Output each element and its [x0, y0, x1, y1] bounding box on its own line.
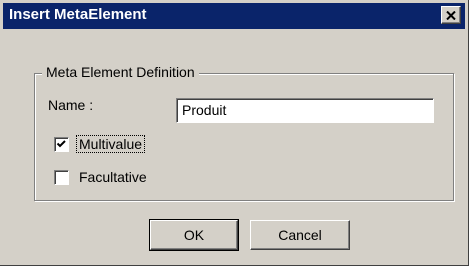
close-button[interactable]: [441, 6, 461, 24]
dialog-window: Insert MetaElement Meta Element Definiti…: [0, 0, 469, 266]
name-input[interactable]: Produit: [176, 98, 434, 123]
ok-button[interactable]: OK: [149, 219, 239, 251]
facultative-checkbox[interactable]: [54, 170, 69, 185]
window-title: Insert MetaElement: [9, 6, 147, 23]
group-legend: Meta Element Definition: [42, 64, 199, 80]
multivalue-label[interactable]: Multivalue: [75, 135, 146, 153]
facultative-label[interactable]: Facultative: [79, 169, 147, 185]
title-bar[interactable]: Insert MetaElement: [3, 3, 465, 29]
checkmark-icon: [56, 140, 66, 148]
cancel-button[interactable]: Cancel: [250, 220, 350, 250]
close-icon: [446, 10, 456, 20]
name-label: Name :: [48, 97, 94, 113]
multivalue-checkbox[interactable]: [54, 137, 69, 152]
